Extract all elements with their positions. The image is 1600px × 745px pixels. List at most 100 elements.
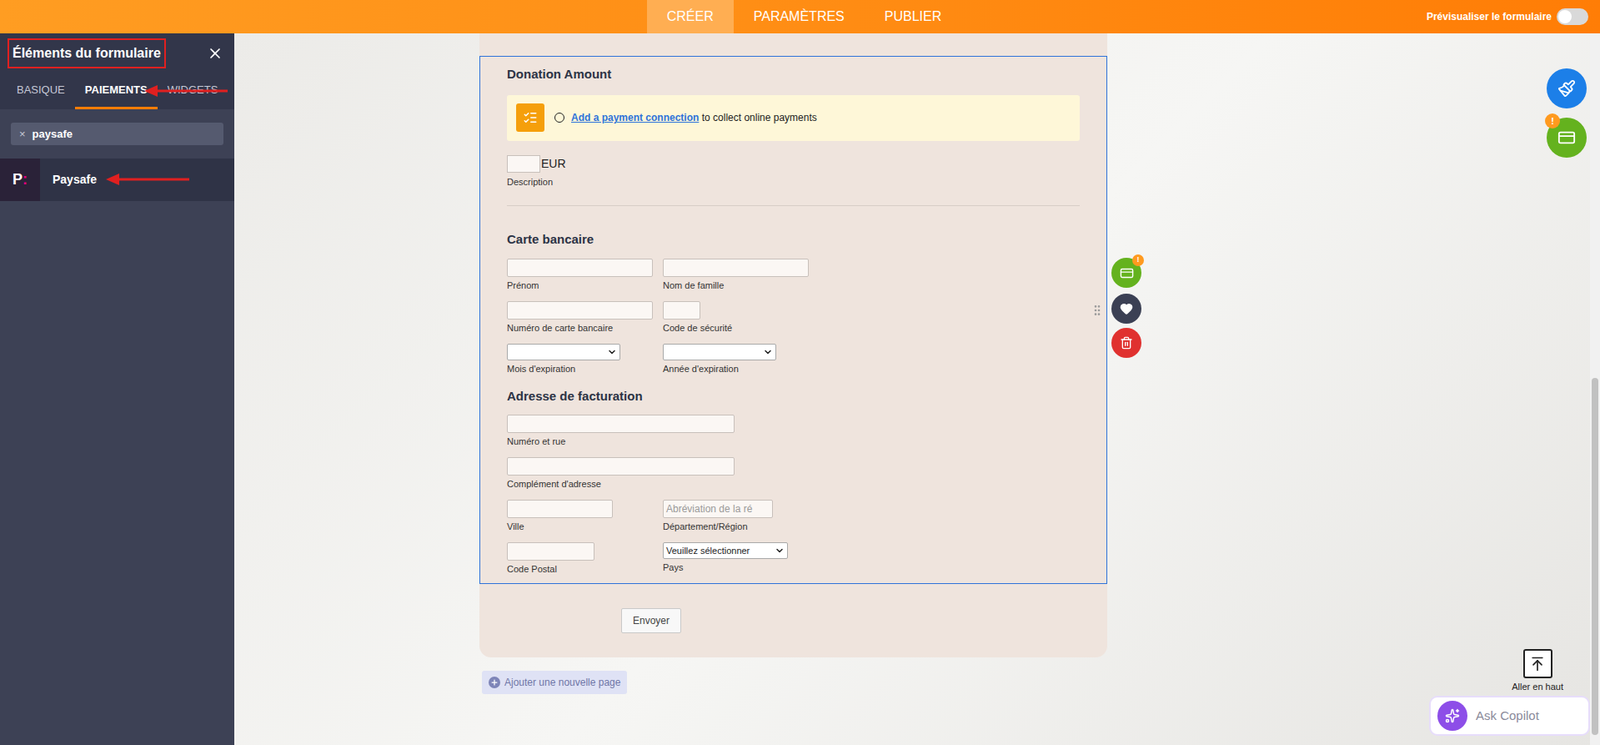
form-card: Donation Amount Add a payment connection … xyxy=(479,33,1108,658)
text-input[interactable] xyxy=(506,541,595,561)
payment-settings-button[interactable]: ! xyxy=(1546,117,1587,158)
field-row: Mois d'expirationAnnée d'expiration xyxy=(506,343,1080,375)
amount-input[interactable] xyxy=(506,155,541,173)
form-field: Veuillez sélectionnerPays xyxy=(662,541,788,573)
panel-header: Éléments du formulaire xyxy=(0,33,235,74)
app: CRÉERPARAMÈTRESPUBLIER Prévisualiser le f… xyxy=(0,0,1600,745)
field-label: Ville xyxy=(506,520,663,532)
currency: EUR xyxy=(541,155,567,173)
panel-title: Éléments du formulaire xyxy=(7,38,166,69)
go-top-icon-box xyxy=(1523,648,1553,678)
search-field[interactable]: ×paysafe xyxy=(10,122,224,146)
element-item[interactable]: P:Paysafe xyxy=(0,158,235,201)
plus-icon xyxy=(488,676,501,688)
text-input[interactable]: Abréviation de la ré xyxy=(662,499,773,518)
annotation-arrow-icon xyxy=(105,173,190,186)
preview-toggle[interactable]: Prévisualiser le formulaire xyxy=(1426,0,1589,34)
scrollbar-thumb[interactable] xyxy=(1591,377,1599,735)
heart-icon xyxy=(1119,301,1134,316)
drag-handle-icon[interactable] xyxy=(1090,303,1104,317)
item-arrow xyxy=(105,173,190,186)
notice-radio[interactable] xyxy=(554,112,565,123)
field-rows: PrénomNom de famille Numéro de carte banc… xyxy=(506,258,1080,375)
notice-text: Add a payment connection to collect onli… xyxy=(571,110,818,126)
top-tab[interactable]: CRÉER xyxy=(647,0,734,34)
field-cell: Numéro de carte bancaire xyxy=(506,300,663,334)
billing-title: Adresse de facturation xyxy=(506,386,1080,407)
text-input[interactable] xyxy=(506,456,735,476)
field-cell: Code Postal xyxy=(506,541,663,575)
form-field: Numéro et rue xyxy=(506,414,735,447)
designer-button[interactable] xyxy=(1546,68,1587,109)
close-icon[interactable] xyxy=(206,45,224,62)
submit-button[interactable]: Envoyer xyxy=(621,607,682,633)
field-row: VilleAbréviation de la réDépartement/Rég… xyxy=(506,499,1080,532)
paintbrush-icon xyxy=(1557,79,1576,98)
field-cell: Prénom xyxy=(506,258,663,291)
field-badge: ! xyxy=(1132,254,1144,266)
field-row: PrénomNom de famille xyxy=(506,258,1080,291)
payment-field[interactable]: Donation Amount Add a payment connection … xyxy=(479,55,1108,584)
panel-tab[interactable]: BASIQUE xyxy=(6,73,76,110)
form-field: Année d'expiration xyxy=(662,343,777,375)
submit-row: Envoyer xyxy=(479,607,1108,633)
text-input[interactable] xyxy=(662,300,701,320)
scrollbar[interactable] xyxy=(1589,33,1600,745)
workspace: Éléments du formulaireBASIQUEPAIEMENTSWI… xyxy=(0,33,1600,745)
field-rows: Numéro et rueComplément d'adresseVilleAb… xyxy=(506,414,1080,575)
form-field: Prénom xyxy=(506,258,663,291)
select-box[interactable] xyxy=(506,343,621,361)
select-value: Veuillez sélectionner xyxy=(666,543,750,558)
copilot-icon xyxy=(1437,700,1468,731)
panel-tab[interactable]: PAIEMENTS xyxy=(75,73,158,110)
chevron-down-icon xyxy=(606,346,617,357)
field-heart-button[interactable] xyxy=(1111,293,1142,324)
copilot-placeholder: Ask Copilot xyxy=(1475,706,1540,726)
field-cell: Numéro et rue xyxy=(506,414,735,447)
divider xyxy=(506,205,1080,206)
form-field: Abréviation de la réDépartement/Région xyxy=(662,499,773,532)
field-label: Numéro de carte bancaire xyxy=(506,321,663,334)
arrow-up-icon xyxy=(1529,655,1546,673)
text-input[interactable] xyxy=(506,258,653,277)
elements-panel: Éléments du formulaireBASIQUEPAIEMENTSWI… xyxy=(0,33,235,745)
field-delete-button[interactable] xyxy=(1111,327,1142,358)
search-clear[interactable]: × xyxy=(19,125,26,143)
form-field: Code de sécurité xyxy=(662,300,733,334)
field-label: Code de sécurité xyxy=(662,321,733,334)
text-input[interactable] xyxy=(506,414,735,433)
payment-list-icon xyxy=(516,103,545,132)
preview-label: Prévisualiser le formulaire xyxy=(1426,9,1552,25)
field-cell: Nom de famille xyxy=(662,258,809,291)
field-cell: Ville xyxy=(506,499,663,532)
field-cell: Mois d'expiration xyxy=(506,343,663,375)
notice-link[interactable]: Add a payment connection xyxy=(571,111,699,124)
field-cell: Veuillez sélectionnerPays xyxy=(662,541,788,575)
field-label: Prénom xyxy=(506,279,663,291)
amount-description: Description xyxy=(506,175,1080,190)
donation-title: Donation Amount xyxy=(506,65,1080,85)
toggle-switch[interactable] xyxy=(1556,8,1589,26)
field-label: Numéro et rue xyxy=(506,435,735,447)
field-row: Numéro et rue xyxy=(506,414,1080,447)
field-payment-button[interactable]: ! xyxy=(1111,257,1142,288)
select-box[interactable]: Veuillez sélectionner xyxy=(662,541,788,559)
tab-arrow xyxy=(144,85,228,97)
text-input[interactable] xyxy=(506,499,613,518)
text-input[interactable] xyxy=(506,300,653,320)
field-cell: Année d'expiration xyxy=(662,343,777,375)
toggle-knob xyxy=(1558,10,1572,24)
go-top-button[interactable]: Aller en haut xyxy=(1511,648,1564,694)
card-title: Carte bancaire xyxy=(506,230,1080,250)
field-row: Code PostalVeuillez sélectionnerPays xyxy=(506,541,1080,575)
add-page-button[interactable]: Ajouter une nouvelle page xyxy=(481,670,627,694)
paysafe-logo-icon: P: xyxy=(0,158,41,201)
ask-copilot[interactable]: Ask Copilot xyxy=(1429,695,1590,736)
form-field: Nom de famille xyxy=(662,258,809,291)
top-tab[interactable]: PUBLIER xyxy=(864,0,962,34)
select-box[interactable] xyxy=(662,343,777,361)
text-input[interactable] xyxy=(662,258,809,277)
trash-icon xyxy=(1119,336,1134,350)
top-tab[interactable]: PARAMÈTRES xyxy=(733,0,865,34)
chevron-down-icon xyxy=(774,545,785,556)
